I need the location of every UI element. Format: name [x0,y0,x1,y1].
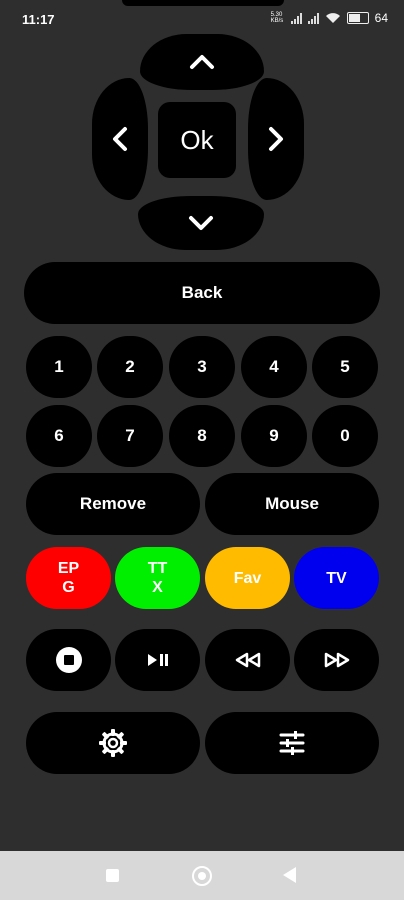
dpad-down-button[interactable] [138,196,264,250]
chevron-right-icon [268,126,284,152]
status-time: 11:17 [22,12,55,27]
stop-icon [55,647,82,673]
wifi-icon [325,12,341,24]
number-button[interactable]: 9 [241,405,307,467]
chevron-left-icon [112,126,128,152]
signal-icon-2 [307,12,319,24]
number-button[interactable]: 2 [97,336,163,398]
fav-button[interactable]: Fav [205,547,290,609]
play-pause-button[interactable] [115,629,200,691]
adjust-button[interactable] [205,712,379,774]
fast-forward-button[interactable] [294,629,379,691]
rewind-button[interactable] [205,629,290,691]
chevron-up-icon [189,54,215,70]
number-button[interactable]: 6 [26,405,92,467]
mouse-button[interactable]: Mouse [205,473,379,535]
battery-percent: 64 [374,11,388,25]
home-circle-icon[interactable] [192,866,212,886]
number-button[interactable]: 7 [97,405,163,467]
dpad-right-button[interactable] [248,78,304,200]
number-button[interactable]: 0 [312,405,378,467]
sliders-icon [278,729,306,757]
stop-button[interactable] [26,629,111,691]
ttx-button[interactable]: TT X [115,547,200,609]
number-button[interactable]: 8 [169,405,235,467]
dpad-left-button[interactable] [92,78,148,200]
rewind-icon [234,652,262,668]
dpad-up-button[interactable] [140,34,264,90]
back-button[interactable]: Back [24,262,380,324]
number-button[interactable]: 5 [312,336,378,398]
signal-icon [290,12,302,24]
remove-button[interactable]: Remove [26,473,200,535]
play-pause-icon [146,653,170,667]
recents-square-icon[interactable] [106,869,119,882]
gear-icon [98,728,128,758]
number-button[interactable]: 3 [169,336,235,398]
status-icons: 5.30 KB/s 64 [271,11,388,25]
number-button[interactable]: 1 [26,336,92,398]
chevron-down-icon [188,215,214,231]
tv-button[interactable]: TV [294,547,379,609]
number-button[interactable]: 4 [241,336,307,398]
back-triangle-icon[interactable] [283,867,296,883]
settings-button[interactable] [26,712,200,774]
top-button-edge[interactable] [122,0,284,6]
epg-button[interactable]: EP G [26,547,111,609]
battery-icon [346,12,369,24]
system-nav-bar [0,851,404,900]
ok-button[interactable]: Ok [158,102,236,178]
fast-forward-icon [323,652,351,668]
network-speed: 5.30 KB/s [270,12,284,24]
